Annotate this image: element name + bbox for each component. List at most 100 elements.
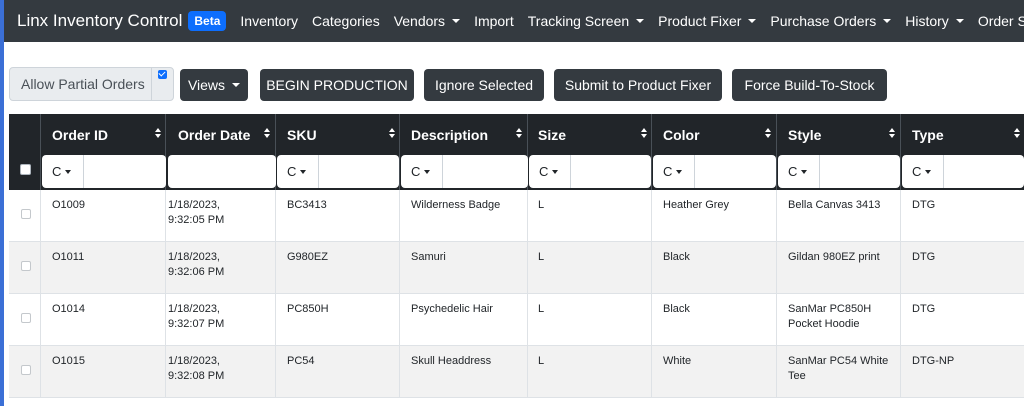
nav-import[interactable]: Import	[474, 13, 514, 29]
cell-order-id: O1014	[52, 303, 86, 315]
filter-mode-select[interactable]: C	[529, 155, 571, 188]
cell-divider	[40, 346, 41, 398]
allow-partial-orders-toggle: Allow Partial Orders	[9, 67, 174, 101]
nav-purchase-orders[interactable]: Purchase Orders	[770, 13, 892, 29]
filter-input[interactable]	[695, 155, 776, 188]
nav-vendors[interactable]: Vendors	[393, 13, 461, 29]
filter-input[interactable]	[944, 155, 1024, 188]
column-header-order-id[interactable]: Order ID	[52, 114, 108, 156]
nav-categories[interactable]: Categories	[312, 13, 380, 29]
sort-icon[interactable]	[889, 128, 895, 140]
allow-partial-orders-checkbox[interactable]	[158, 70, 168, 79]
column-header-label: Type	[912, 127, 944, 143]
filter-mode-select[interactable]: C	[277, 155, 319, 188]
cell-divider	[399, 294, 400, 346]
sort-icon[interactable]	[516, 128, 522, 140]
table-row[interactable]: O1014 1/18/2023, 9:32:07 PM PC850H Psyche…	[9, 294, 1024, 346]
row-checkbox[interactable]	[21, 313, 31, 323]
force-build-to-stock-button[interactable]: Force Build-To-Stock	[732, 69, 887, 101]
filter-mode-label: C	[663, 164, 673, 179]
allow-partial-orders-checkbox-box[interactable]	[151, 68, 173, 100]
cell-divider	[900, 294, 901, 346]
column-header-size[interactable]: Size	[538, 114, 566, 156]
submit-to-product-fixer-button[interactable]: Submit to Product Fixer	[554, 69, 722, 101]
filter-input[interactable]	[820, 155, 900, 188]
ignore-selected-button[interactable]: Ignore Selected	[424, 69, 544, 101]
table-row[interactable]: O1009 1/18/2023, 9:32:05 PM BC3413 Wilder…	[9, 190, 1024, 242]
caret-down-icon	[955, 19, 964, 23]
filter-mode-select[interactable]: C	[42, 155, 84, 188]
filter-input[interactable]	[571, 155, 651, 188]
filter-input[interactable]	[84, 155, 166, 188]
filter-mode-select[interactable]: C	[401, 155, 443, 188]
cell-order-date: 1/18/2023, 9:32:06 PM	[168, 250, 224, 280]
sort-icon[interactable]	[155, 128, 161, 140]
cell-divider	[399, 242, 400, 294]
column-divider	[651, 114, 652, 202]
filter-mode-select[interactable]: C	[778, 155, 820, 188]
sort-icon[interactable]	[1014, 128, 1020, 140]
sort-icon[interactable]	[641, 128, 647, 140]
cell-style-line1: Bella Canvas 3413	[788, 199, 881, 211]
nav-tracking-screen[interactable]: Tracking Screen	[527, 13, 645, 29]
left-accent-bar	[0, 0, 4, 406]
brand[interactable]: Linx Inventory Control Beta	[17, 11, 227, 31]
column-header-description[interactable]: Description	[411, 114, 488, 156]
filter-size: C	[529, 155, 651, 188]
filter-mode-select[interactable]: C	[902, 155, 944, 188]
sort-icon[interactable]	[264, 128, 270, 140]
row-checkbox[interactable]	[21, 365, 31, 375]
cell-size: L	[538, 355, 545, 367]
cell-type: DTG	[912, 251, 936, 263]
column-header-label: Order Date	[178, 127, 251, 143]
filter-mode-label: C	[788, 164, 798, 179]
nav-inventory[interactable]: Inventory	[240, 13, 298, 29]
select-all-checkbox[interactable]	[20, 164, 31, 175]
row-checkbox[interactable]	[21, 261, 31, 271]
sort-icon[interactable]	[389, 128, 395, 140]
column-header-style[interactable]: Style	[788, 114, 821, 156]
cell-size: L	[538, 251, 545, 263]
nav-product-fixer[interactable]: Product Fixer	[658, 13, 757, 29]
filter-mode-select[interactable]: C	[653, 155, 695, 188]
column-header-sku[interactable]: SKU	[287, 114, 317, 156]
cell-order-date-line2: 9:32:08 PM	[168, 370, 225, 382]
filter-sku: C	[277, 155, 399, 188]
sort-icon[interactable]	[765, 128, 771, 140]
filter-order-date-input[interactable]	[168, 155, 276, 188]
filter-mode-label: C	[411, 164, 421, 179]
column-header-color[interactable]: Color	[663, 114, 700, 156]
cell-divider	[651, 294, 652, 346]
caret-down-icon	[300, 169, 307, 174]
cell-style: SanMar PC850H Pocket Hoodie	[788, 302, 871, 332]
cell-order-date-line2: 9:32:06 PM	[168, 266, 225, 278]
cell-style-line2: Pocket Hoodie	[788, 318, 860, 330]
nav-order-summary[interactable]: Order Su	[978, 13, 1024, 29]
nav-history[interactable]: History	[905, 13, 964, 29]
cell-divider	[527, 294, 528, 346]
begin-production-button[interactable]: BEGIN PRODUCTION	[260, 69, 414, 101]
nav-label: Tracking Screen	[527, 13, 630, 29]
cell-divider	[40, 294, 41, 346]
table-row[interactable]: O1015 1/18/2023, 9:32:08 PM PC54 Skull He…	[9, 346, 1024, 398]
filter-style: C	[778, 155, 900, 188]
nav-label: Vendors	[393, 13, 446, 29]
cell-sku: G980EZ	[287, 251, 328, 263]
cell-sku: PC54	[287, 355, 315, 367]
cell-divider	[399, 346, 400, 398]
allow-partial-orders-label: Allow Partial Orders	[21, 76, 145, 92]
views-dropdown-button[interactable]: Views	[180, 69, 248, 101]
nav-label: Import	[474, 13, 514, 29]
filter-input[interactable]	[319, 155, 399, 188]
cell-description: Psychedelic Hair	[411, 303, 493, 315]
row-checkbox[interactable]	[21, 209, 31, 219]
cell-order-date-line1: 1/18/2023,	[168, 251, 220, 263]
cell-order-id: O1009	[52, 199, 86, 211]
filter-input[interactable]	[443, 155, 528, 188]
column-header-order-date[interactable]: Order Date	[178, 114, 250, 156]
table-row[interactable]: O1011 1/18/2023, 9:32:06 PM G980EZ Samuri…	[9, 242, 1024, 294]
column-divider	[40, 114, 41, 202]
column-header-type[interactable]: Type	[912, 114, 944, 156]
cell-divider	[527, 190, 528, 242]
column-header-label: Order ID	[52, 127, 109, 143]
